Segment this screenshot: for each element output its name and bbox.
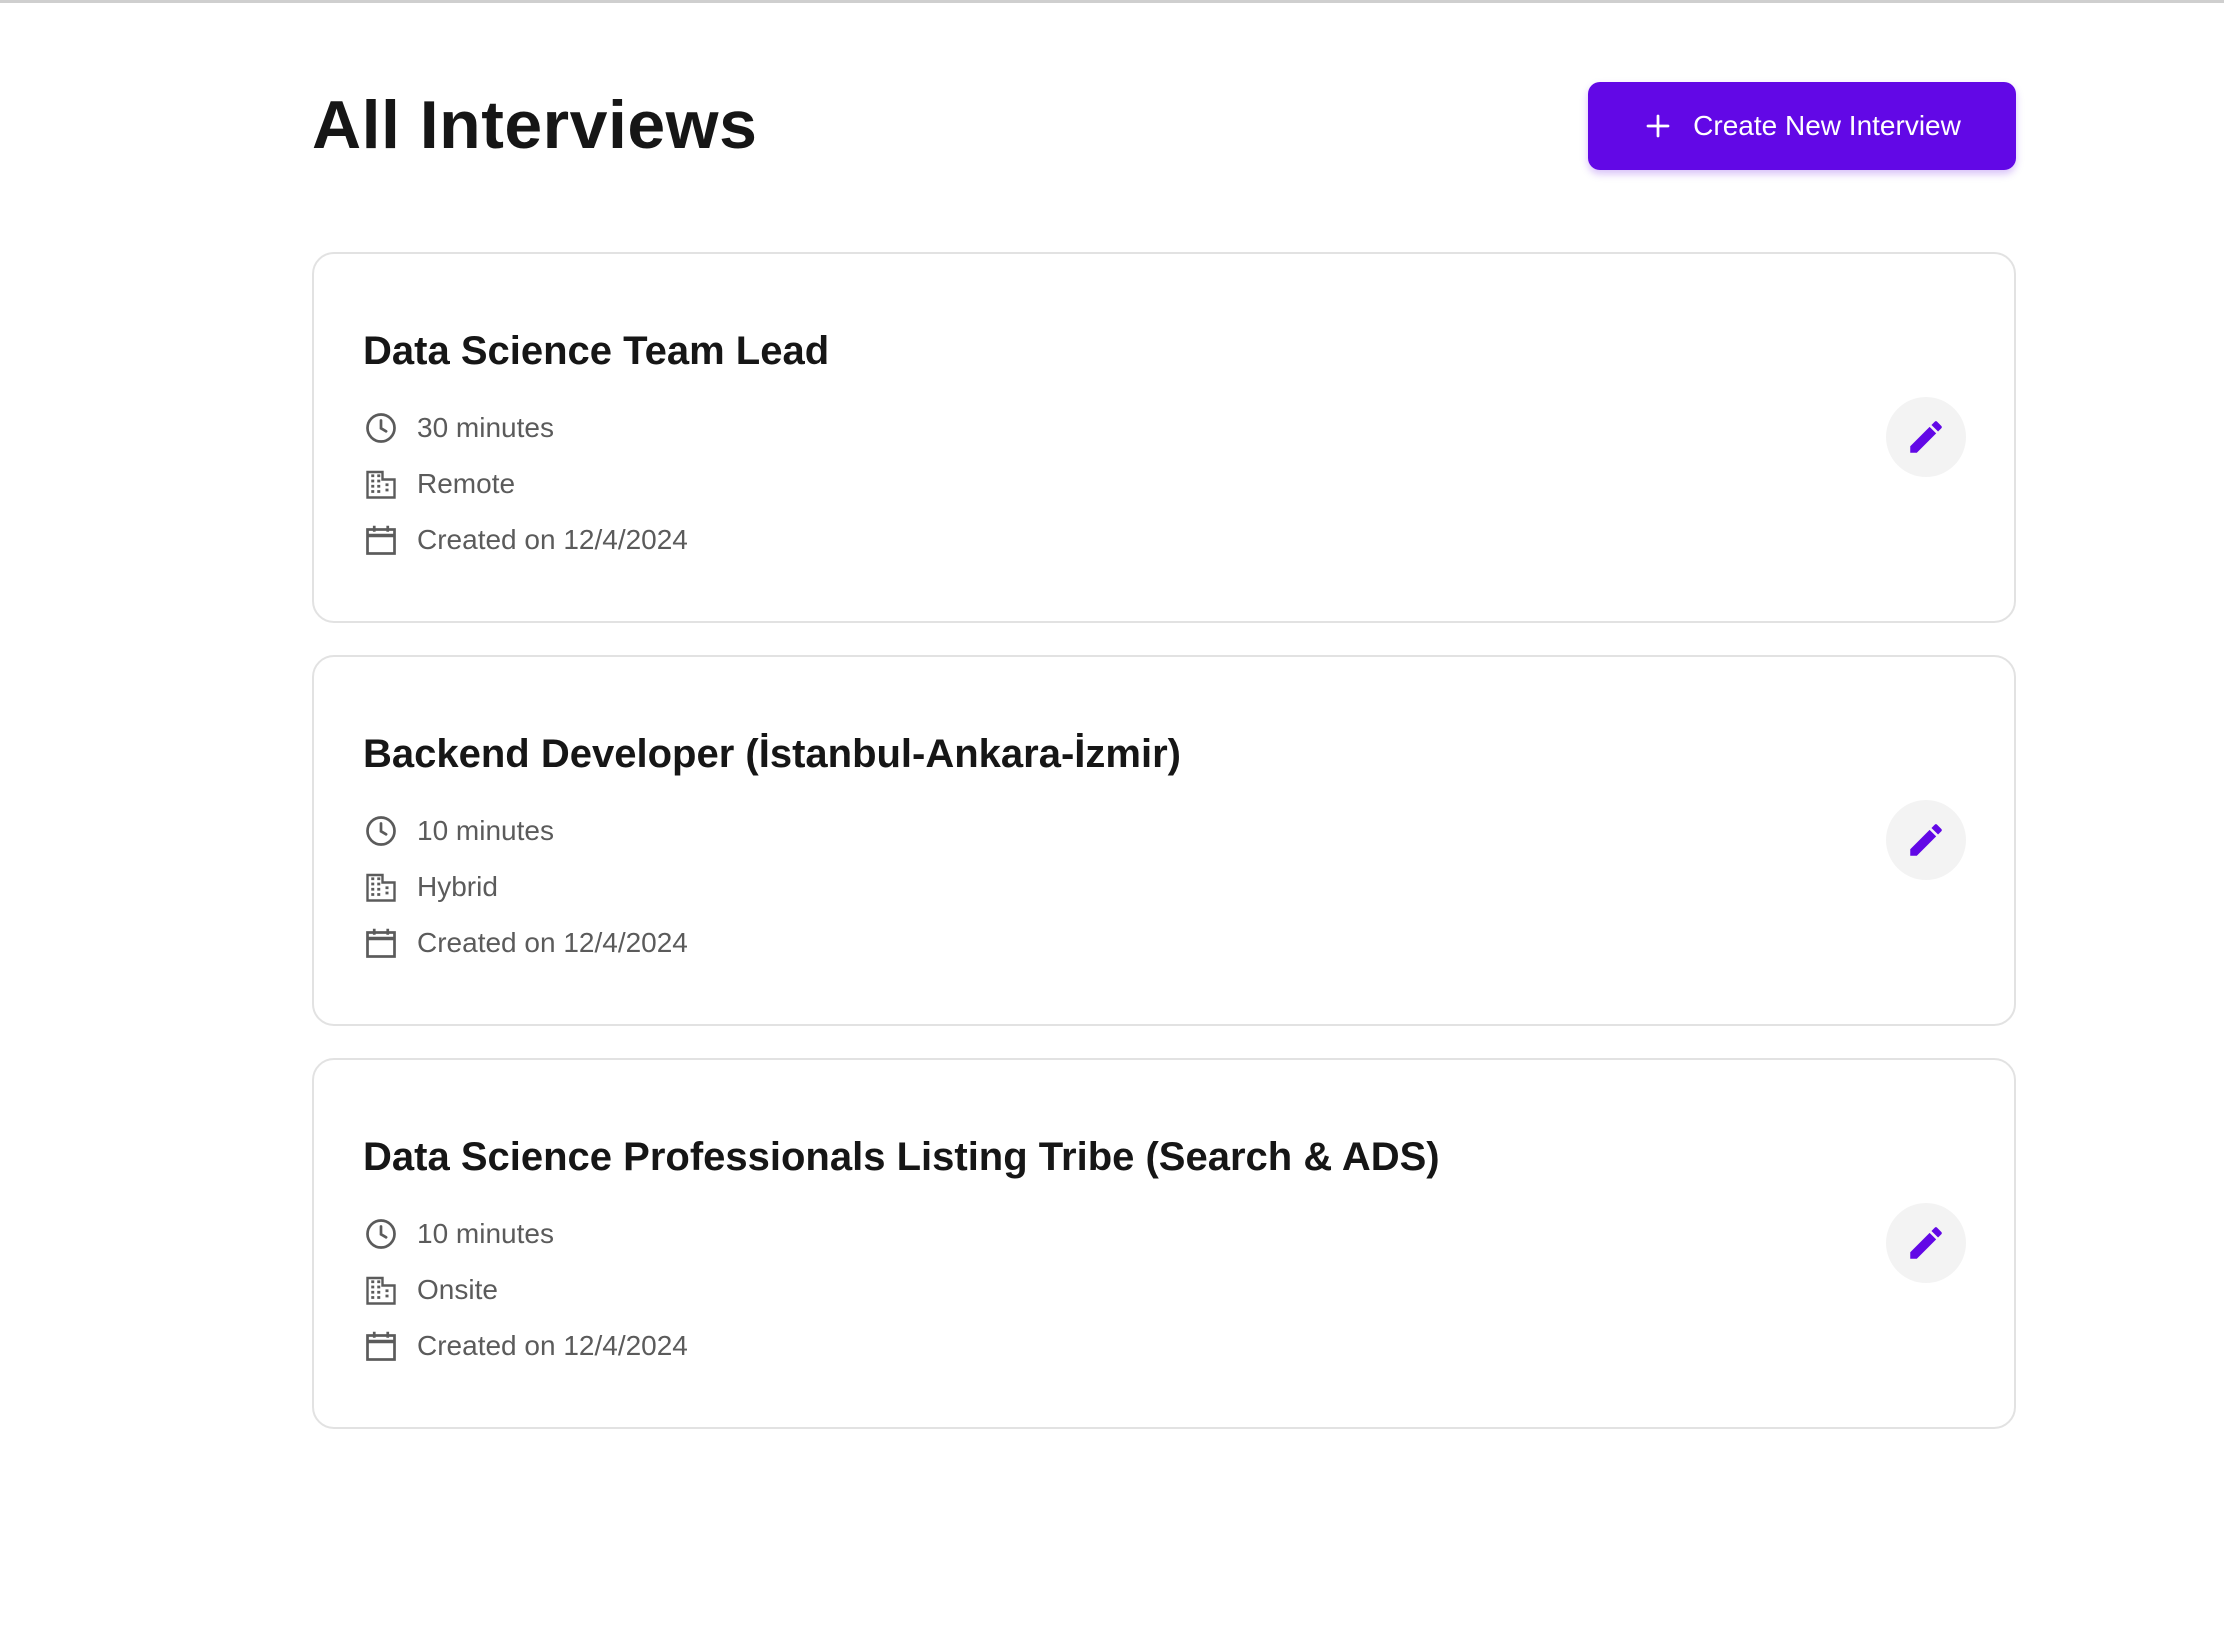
clock-icon bbox=[366, 1219, 396, 1249]
interview-meta: 10 minutes Onsite Created on 12/4/2024 bbox=[363, 1216, 688, 1364]
interview-created-date: Created on 12/4/2024 bbox=[363, 1328, 688, 1364]
interview-card[interactable]: Data Science Professionals Listing Tribe… bbox=[312, 1058, 2016, 1429]
calendar-icon bbox=[366, 525, 396, 555]
create-new-interview-label: Create New Interview bbox=[1693, 110, 1961, 141]
location-type-text: Remote bbox=[417, 468, 516, 499]
created-date-text: Created on 12/4/2024 bbox=[417, 524, 688, 555]
interview-meta: 10 minutes Hybrid Created on 12/4/2024 bbox=[363, 813, 688, 961]
interviews-page: All Interviews Create New Interview Data… bbox=[312, 0, 2016, 1429]
duration-text: 10 minutes bbox=[417, 1218, 554, 1249]
calendar-icon bbox=[366, 1331, 396, 1361]
interview-title: Backend Developer (İstanbul-Ankara-İzmir… bbox=[363, 732, 1181, 776]
edit-interview-button[interactable] bbox=[1886, 800, 1966, 880]
building-icon bbox=[366, 470, 396, 499]
interview-card[interactable]: Data Science Team Lead 30 minutes Remote bbox=[312, 252, 2016, 623]
edit-interview-button[interactable] bbox=[1886, 397, 1966, 477]
interview-meta: 30 minutes Remote Created on 12/4/2024 bbox=[363, 410, 688, 558]
interview-duration: 30 minutes bbox=[363, 410, 688, 446]
created-date-text: Created on 12/4/2024 bbox=[417, 1330, 688, 1361]
calendar-icon bbox=[366, 928, 396, 958]
pencil-icon bbox=[1910, 421, 1942, 453]
interview-list: Data Science Team Lead 30 minutes Remote bbox=[312, 252, 2016, 1429]
plus-icon bbox=[1646, 114, 1670, 138]
interview-created-date: Created on 12/4/2024 bbox=[363, 925, 688, 961]
interview-duration: 10 minutes bbox=[363, 1216, 688, 1252]
interview-location-type: Remote bbox=[363, 466, 688, 502]
location-type-text: Hybrid bbox=[417, 871, 498, 902]
building-icon bbox=[366, 873, 396, 902]
interview-title: Data Science Team Lead bbox=[363, 329, 830, 373]
interview-duration: 10 minutes bbox=[363, 813, 688, 849]
duration-text: 30 minutes bbox=[417, 412, 554, 443]
created-date-text: Created on 12/4/2024 bbox=[417, 927, 688, 958]
page-title: All Interviews bbox=[312, 87, 758, 163]
clock-icon bbox=[366, 413, 396, 443]
interview-created-date: Created on 12/4/2024 bbox=[363, 522, 688, 558]
interview-card[interactable]: Backend Developer (İstanbul-Ankara-İzmir… bbox=[312, 655, 2016, 1026]
interview-location-type: Hybrid bbox=[363, 869, 688, 905]
interview-location-type: Onsite bbox=[363, 1272, 688, 1308]
duration-text: 10 minutes bbox=[417, 815, 554, 846]
location-type-text: Onsite bbox=[417, 1274, 498, 1305]
building-icon bbox=[366, 1276, 396, 1305]
interview-title: Data Science Professionals Listing Tribe… bbox=[363, 1135, 1440, 1179]
clock-icon bbox=[366, 816, 396, 846]
create-new-interview-button[interactable]: Create New Interview bbox=[1588, 82, 2016, 170]
page-header: All Interviews Create New Interview bbox=[312, 0, 2016, 252]
pencil-icon bbox=[1910, 1227, 1942, 1259]
edit-interview-button[interactable] bbox=[1886, 1203, 1966, 1283]
pencil-icon bbox=[1910, 824, 1942, 856]
